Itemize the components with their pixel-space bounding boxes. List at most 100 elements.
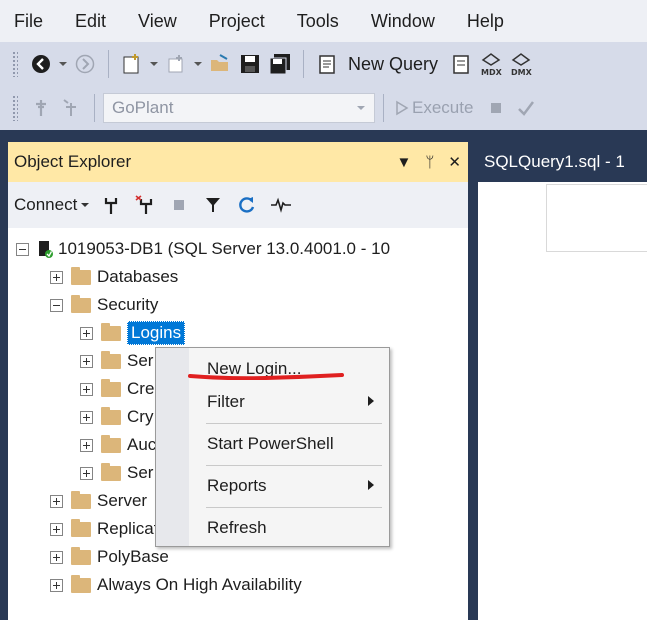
- disconnect-plug-icon[interactable]: [132, 192, 158, 218]
- execute-button[interactable]: Execute: [412, 98, 473, 118]
- tree-node-security-child[interactable]: Ser: [80, 460, 153, 486]
- mdx-query-icon[interactable]: MDX: [478, 51, 504, 77]
- execute-play-icon[interactable]: [394, 95, 410, 121]
- document-area: SQLQuery1.sql - 1: [478, 142, 647, 620]
- tree-node-always-on[interactable]: Always On High Availability: [50, 572, 302, 598]
- toolbar-separator: [94, 94, 95, 122]
- close-icon[interactable]: ✕: [448, 153, 461, 171]
- open-folder-icon[interactable]: [207, 51, 233, 77]
- server-icon: [37, 240, 53, 258]
- expand-icon[interactable]: [80, 466, 93, 480]
- chevron-down-icon: [356, 98, 366, 118]
- menu-view[interactable]: View: [122, 0, 193, 42]
- submenu-arrow-icon: [367, 395, 375, 410]
- menu-separator: [206, 465, 382, 466]
- tree-label: Ser: [127, 463, 154, 482]
- expand-icon[interactable]: [80, 438, 93, 452]
- menu-separator: [206, 423, 382, 424]
- context-menu-new-login[interactable]: New Login...: [189, 351, 389, 387]
- disconnect-icon[interactable]: [58, 95, 84, 121]
- expand-icon[interactable]: [50, 270, 63, 284]
- stop-icon[interactable]: [166, 192, 192, 218]
- connect-button[interactable]: Connect: [14, 195, 77, 215]
- window-position-dropdown-icon[interactable]: ▼: [397, 154, 412, 171]
- tree-label: Always On High Availability: [97, 575, 302, 594]
- new-query-icon[interactable]: [314, 51, 340, 77]
- chevron-down-icon[interactable]: [80, 192, 90, 218]
- dmx-query-icon[interactable]: DMX: [508, 51, 534, 77]
- tree-node-server[interactable]: 1019053-DB1 (SQL Server 13.0.4001.0 - 10: [16, 236, 390, 262]
- tree-node-security-child[interactable]: Ser: [80, 348, 153, 374]
- dropdown-arrow-icon[interactable]: [58, 51, 68, 77]
- annotation-underline: [188, 373, 344, 380]
- folder-icon: [71, 518, 91, 537]
- tree-node-security-child[interactable]: Cry: [80, 404, 153, 430]
- tree-node-server-objects[interactable]: Server: [50, 488, 147, 514]
- menu-edit[interactable]: Edit: [59, 0, 122, 42]
- object-explorer-tree: 1019053-DB1 (SQL Server 13.0.4001.0 - 10…: [8, 228, 468, 594]
- tree-label: Ser: [127, 351, 154, 370]
- expand-icon[interactable]: [50, 494, 63, 508]
- filter-icon[interactable]: [200, 192, 226, 218]
- tree-node-logins[interactable]: Logins: [80, 320, 186, 346]
- tree-node-security[interactable]: Security: [50, 292, 158, 318]
- collapse-icon[interactable]: [16, 242, 29, 256]
- connect-icon[interactable]: [28, 95, 54, 121]
- tree-node-databases[interactable]: Databases: [50, 264, 178, 290]
- refresh-icon[interactable]: [234, 192, 260, 218]
- stop-icon[interactable]: [483, 95, 509, 121]
- context-menu-start-powershell[interactable]: Start PowerShell: [189, 426, 389, 462]
- folder-icon: [71, 546, 91, 565]
- tree-label: Cre: [127, 379, 155, 398]
- expand-icon[interactable]: [80, 382, 93, 396]
- database-query-icon[interactable]: [448, 51, 474, 77]
- dropdown-arrow-icon[interactable]: [149, 51, 159, 77]
- tree-label: Databases: [97, 267, 179, 286]
- menu-help[interactable]: Help: [451, 0, 520, 42]
- new-project-icon[interactable]: [119, 51, 145, 77]
- add-item-icon[interactable]: [163, 51, 189, 77]
- toolbar-grip[interactable]: [12, 51, 18, 77]
- context-menu-filter[interactable]: Filter: [189, 384, 389, 420]
- context-menu-reports[interactable]: Reports: [189, 468, 389, 504]
- query-editor[interactable]: [478, 182, 647, 620]
- save-all-icon[interactable]: [267, 51, 293, 77]
- forward-icon[interactable]: [72, 51, 98, 77]
- expand-icon[interactable]: [80, 410, 93, 424]
- folder-icon: [101, 378, 121, 397]
- collapse-icon[interactable]: [50, 298, 63, 312]
- folder-icon: [71, 294, 91, 313]
- new-query-button[interactable]: New Query: [348, 54, 438, 75]
- menu-separator: [206, 507, 382, 508]
- context-menu-refresh[interactable]: Refresh: [189, 510, 389, 546]
- dropdown-arrow-icon[interactable]: [193, 51, 203, 77]
- menu-project[interactable]: Project: [193, 0, 281, 42]
- menu-file[interactable]: File: [0, 0, 59, 42]
- tree-label: Security: [97, 295, 159, 314]
- available-databases-dropdown[interactable]: GoPlant: [103, 93, 375, 123]
- expand-icon[interactable]: [80, 354, 93, 368]
- menu-window[interactable]: Window: [355, 0, 451, 42]
- folder-icon: [101, 462, 121, 481]
- parse-check-icon[interactable]: [513, 95, 539, 121]
- sql-editor-toolbar: GoPlant Execute: [0, 86, 647, 130]
- object-explorer-title: Object Explorer: [14, 152, 132, 171]
- pin-icon[interactable]: ᛘ: [425, 154, 434, 171]
- toolbar-grip[interactable]: [12, 95, 18, 121]
- tree-node-polybase[interactable]: PolyBase: [50, 544, 169, 570]
- save-icon[interactable]: [237, 51, 263, 77]
- document-tab[interactable]: SQLQuery1.sql - 1: [478, 142, 647, 182]
- tree-node-security-child[interactable]: Auc: [80, 432, 156, 458]
- menu-tools[interactable]: Tools: [281, 0, 355, 42]
- expand-icon[interactable]: [50, 578, 63, 592]
- expand-icon[interactable]: [50, 522, 63, 536]
- folder-icon: [71, 574, 91, 593]
- object-explorer-toolbar: Connect: [8, 182, 468, 228]
- expand-icon[interactable]: [80, 326, 93, 340]
- back-icon[interactable]: [28, 51, 54, 77]
- menu-item-label: Start PowerShell: [207, 434, 334, 453]
- expand-icon[interactable]: [50, 550, 63, 564]
- tree-node-security-child[interactable]: Cre: [80, 376, 154, 402]
- connect-plug-icon[interactable]: [98, 192, 124, 218]
- activity-monitor-icon[interactable]: [268, 192, 294, 218]
